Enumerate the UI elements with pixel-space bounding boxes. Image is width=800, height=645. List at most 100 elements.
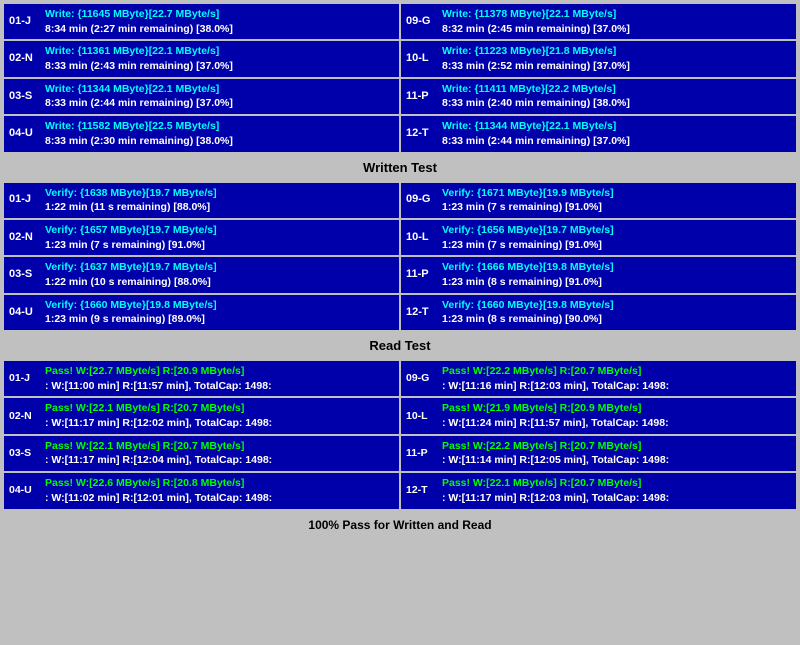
write-grid: 01-J Write: {11645 MByte}[22.7 MByte/s] … — [4, 4, 796, 152]
footer-status: 100% Pass for Written and Read — [4, 513, 796, 537]
write-line1-12t: Write: {11344 MByte}[22.1 MByte/s] — [442, 119, 791, 134]
verify-id-09g: 09-G — [406, 186, 436, 215]
pass-content-03s: Pass! W:[22.1 MByte/s] R:[20.7 MByte/s] … — [45, 439, 394, 468]
verify-cell-11p: 11-P Verify: {1666 MByte}[19.8 MByte/s] … — [401, 257, 796, 292]
pass-line2-12t: : W:[11:17 min] R:[12:03 min], TotalCap:… — [442, 491, 791, 506]
verify-content-09g: Verify: {1671 MByte}[19.9 MByte/s] 1:23 … — [442, 186, 791, 215]
pass-line1-02n: Pass! W:[22.1 MByte/s] R:[20.7 MByte/s] — [45, 401, 394, 416]
verify-content-02n: Verify: {1657 MByte}[19.7 MByte/s] 1:23 … — [45, 223, 394, 252]
write-id-04u: 04-U — [9, 119, 39, 148]
write-content-01j: Write: {11645 MByte}[22.7 MByte/s] 8:34 … — [45, 7, 394, 36]
pass-id-01j: 01-J — [9, 364, 39, 393]
pass-cell-01j: 01-J Pass! W:[22.7 MByte/s] R:[20.9 MByt… — [4, 361, 399, 396]
pass-section: 01-J Pass! W:[22.7 MByte/s] R:[20.9 MByt… — [4, 361, 796, 509]
write-cell-09g: 09-G Write: {11378 MByte}[22.1 MByte/s] … — [401, 4, 796, 39]
verify-line1-11p: Verify: {1666 MByte}[19.8 MByte/s] — [442, 260, 791, 275]
verify-line2-10l: 1:23 min (7 s remaining) [91.0%] — [442, 238, 791, 253]
verify-cell-02n: 02-N Verify: {1657 MByte}[19.7 MByte/s] … — [4, 220, 399, 255]
pass-line2-01j: : W:[11:00 min] R:[11:57 min], TotalCap:… — [45, 379, 394, 394]
pass-cell-11p: 11-P Pass! W:[22.2 MByte/s] R:[20.7 MByt… — [401, 436, 796, 471]
verify-cell-10l: 10-L Verify: {1656 MByte}[19.7 MByte/s] … — [401, 220, 796, 255]
verify-line1-10l: Verify: {1656 MByte}[19.7 MByte/s] — [442, 223, 791, 238]
write-section: 01-J Write: {11645 MByte}[22.7 MByte/s] … — [4, 4, 796, 152]
pass-content-09g: Pass! W:[22.2 MByte/s] R:[20.7 MByte/s] … — [442, 364, 791, 393]
write-id-03s: 03-S — [9, 82, 39, 111]
pass-content-02n: Pass! W:[22.1 MByte/s] R:[20.7 MByte/s] … — [45, 401, 394, 430]
write-line2-11p: 8:33 min (2:40 min remaining) [38.0%] — [442, 96, 791, 111]
pass-id-12t: 12-T — [406, 476, 436, 505]
pass-line2-02n: : W:[11:17 min] R:[12:02 min], TotalCap:… — [45, 416, 394, 431]
verify-id-02n: 02-N — [9, 223, 39, 252]
verify-grid: 01-J Verify: {1638 MByte}[19.7 MByte/s] … — [4, 183, 796, 331]
verify-content-10l: Verify: {1656 MByte}[19.7 MByte/s] 1:23 … — [442, 223, 791, 252]
pass-id-11p: 11-P — [406, 439, 436, 468]
pass-cell-04u: 04-U Pass! W:[22.6 MByte/s] R:[20.8 MByt… — [4, 473, 399, 508]
verify-line1-04u: Verify: {1660 MByte}[19.8 MByte/s] — [45, 298, 394, 313]
write-id-01j: 01-J — [9, 7, 39, 36]
write-line2-03s: 8:33 min (2:44 min remaining) [37.0%] — [45, 96, 394, 111]
pass-line1-10l: Pass! W:[21.9 MByte/s] R:[20.9 MByte/s] — [442, 401, 791, 416]
pass-id-04u: 04-U — [9, 476, 39, 505]
write-line2-04u: 8:33 min (2:30 min remaining) [38.0%] — [45, 134, 394, 149]
write-line2-02n: 8:33 min (2:43 min remaining) [37.0%] — [45, 59, 394, 74]
write-line1-03s: Write: {11344 MByte}[22.1 MByte/s] — [45, 82, 394, 97]
write-content-02n: Write: {11361 MByte}[22.1 MByte/s] 8:33 … — [45, 44, 394, 73]
write-line1-11p: Write: {11411 MByte}[22.2 MByte/s] — [442, 82, 791, 97]
pass-line1-12t: Pass! W:[22.1 MByte/s] R:[20.7 MByte/s] — [442, 476, 791, 491]
verify-id-01j: 01-J — [9, 186, 39, 215]
verify-line1-03s: Verify: {1637 MByte}[19.7 MByte/s] — [45, 260, 394, 275]
pass-id-10l: 10-L — [406, 401, 436, 430]
write-id-10l: 10-L — [406, 44, 436, 73]
verify-cell-09g: 09-G Verify: {1671 MByte}[19.9 MByte/s] … — [401, 183, 796, 218]
write-cell-12t: 12-T Write: {11344 MByte}[22.1 MByte/s] … — [401, 116, 796, 151]
write-id-02n: 02-N — [9, 44, 39, 73]
pass-line2-09g: : W:[11:16 min] R:[12:03 min], TotalCap:… — [442, 379, 791, 394]
write-line2-12t: 8:33 min (2:44 min remaining) [37.0%] — [442, 134, 791, 149]
verify-line2-11p: 1:23 min (8 s remaining) [91.0%] — [442, 275, 791, 290]
verify-line2-09g: 1:23 min (7 s remaining) [91.0%] — [442, 200, 791, 215]
verify-id-04u: 04-U — [9, 298, 39, 327]
verify-content-01j: Verify: {1638 MByte}[19.7 MByte/s] 1:22 … — [45, 186, 394, 215]
pass-grid: 01-J Pass! W:[22.7 MByte/s] R:[20.9 MByt… — [4, 361, 796, 509]
write-content-12t: Write: {11344 MByte}[22.1 MByte/s] 8:33 … — [442, 119, 791, 148]
verify-line1-09g: Verify: {1671 MByte}[19.9 MByte/s] — [442, 186, 791, 201]
verify-line2-02n: 1:23 min (7 s remaining) [91.0%] — [45, 238, 394, 253]
verify-line2-01j: 1:22 min (11 s remaining) [88.0%] — [45, 200, 394, 215]
verify-content-11p: Verify: {1666 MByte}[19.8 MByte/s] 1:23 … — [442, 260, 791, 289]
verify-id-11p: 11-P — [406, 260, 436, 289]
write-content-04u: Write: {11582 MByte}[22.5 MByte/s] 8:33 … — [45, 119, 394, 148]
pass-line1-09g: Pass! W:[22.2 MByte/s] R:[20.7 MByte/s] — [442, 364, 791, 379]
pass-content-11p: Pass! W:[22.2 MByte/s] R:[20.7 MByte/s] … — [442, 439, 791, 468]
pass-line1-11p: Pass! W:[22.2 MByte/s] R:[20.7 MByte/s] — [442, 439, 791, 454]
verify-content-04u: Verify: {1660 MByte}[19.8 MByte/s] 1:23 … — [45, 298, 394, 327]
write-cell-10l: 10-L Write: {11223 MByte}[21.8 MByte/s] … — [401, 41, 796, 76]
pass-content-04u: Pass! W:[22.6 MByte/s] R:[20.8 MByte/s] … — [45, 476, 394, 505]
pass-line2-11p: : W:[11:14 min] R:[12:05 min], TotalCap:… — [442, 453, 791, 468]
verify-line2-03s: 1:22 min (10 s remaining) [88.0%] — [45, 275, 394, 290]
verify-line2-12t: 1:23 min (8 s remaining) [90.0%] — [442, 312, 791, 327]
write-id-12t: 12-T — [406, 119, 436, 148]
main-container: 01-J Write: {11645 MByte}[22.7 MByte/s] … — [0, 0, 800, 541]
pass-content-01j: Pass! W:[22.7 MByte/s] R:[20.9 MByte/s] … — [45, 364, 394, 393]
verify-cell-03s: 03-S Verify: {1637 MByte}[19.7 MByte/s] … — [4, 257, 399, 292]
write-line1-10l: Write: {11223 MByte}[21.8 MByte/s] — [442, 44, 791, 59]
pass-line2-03s: : W:[11:17 min] R:[12:04 min], TotalCap:… — [45, 453, 394, 468]
verify-section: 01-J Verify: {1638 MByte}[19.7 MByte/s] … — [4, 183, 796, 331]
pass-line2-10l: : W:[11:24 min] R:[11:57 min], TotalCap:… — [442, 416, 791, 431]
write-line2-01j: 8:34 min (2:27 min remaining) [38.0%] — [45, 22, 394, 37]
write-line2-09g: 8:32 min (2:45 min remaining) [37.0%] — [442, 22, 791, 37]
write-cell-11p: 11-P Write: {11411 MByte}[22.2 MByte/s] … — [401, 79, 796, 114]
write-cell-03s: 03-S Write: {11344 MByte}[22.1 MByte/s] … — [4, 79, 399, 114]
verify-line1-01j: Verify: {1638 MByte}[19.7 MByte/s] — [45, 186, 394, 201]
pass-cell-09g: 09-G Pass! W:[22.2 MByte/s] R:[20.7 MByt… — [401, 361, 796, 396]
pass-line1-01j: Pass! W:[22.7 MByte/s] R:[20.9 MByte/s] — [45, 364, 394, 379]
verify-content-12t: Verify: {1660 MByte}[19.8 MByte/s] 1:23 … — [442, 298, 791, 327]
write-id-09g: 09-G — [406, 7, 436, 36]
written-test-header: Written Test — [4, 156, 796, 179]
write-content-11p: Write: {11411 MByte}[22.2 MByte/s] 8:33 … — [442, 82, 791, 111]
write-content-09g: Write: {11378 MByte}[22.1 MByte/s] 8:32 … — [442, 7, 791, 36]
write-line1-02n: Write: {11361 MByte}[22.1 MByte/s] — [45, 44, 394, 59]
write-id-11p: 11-P — [406, 82, 436, 111]
pass-id-09g: 09-G — [406, 364, 436, 393]
write-line2-10l: 8:33 min (2:52 min remaining) [37.0%] — [442, 59, 791, 74]
